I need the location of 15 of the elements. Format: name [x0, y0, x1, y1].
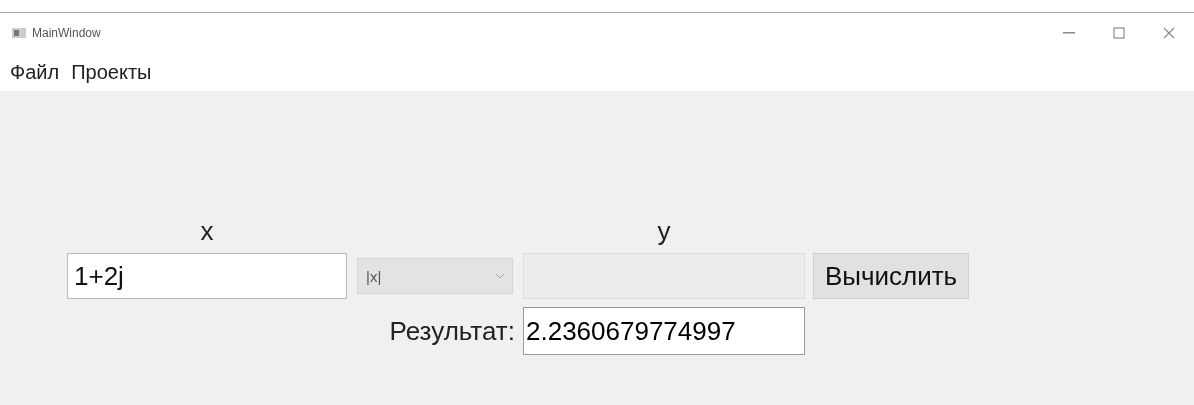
minimize-icon[interactable]	[1063, 32, 1075, 34]
app-icon	[12, 28, 26, 38]
close-icon[interactable]	[1163, 27, 1175, 39]
menu-item[interactable]: Проекты	[69, 60, 154, 84]
result-label: Результат:	[388, 315, 515, 347]
x-input-field[interactable]: 1+2j	[67, 253, 347, 299]
operation-dropdown[interactable]: |x|	[357, 258, 513, 294]
calculate-button[interactable]: Вычислить	[813, 253, 969, 299]
y-label: y	[656, 216, 672, 248]
chevron-down-icon	[496, 273, 504, 279]
result-field[interactable]: 2.2360679774997	[523, 307, 805, 355]
menu-item[interactable]: Файл	[8, 60, 62, 84]
window-title: MainWindow	[32, 26, 101, 40]
x-label: x	[199, 216, 215, 248]
maximize-icon[interactable]	[1113, 27, 1125, 39]
